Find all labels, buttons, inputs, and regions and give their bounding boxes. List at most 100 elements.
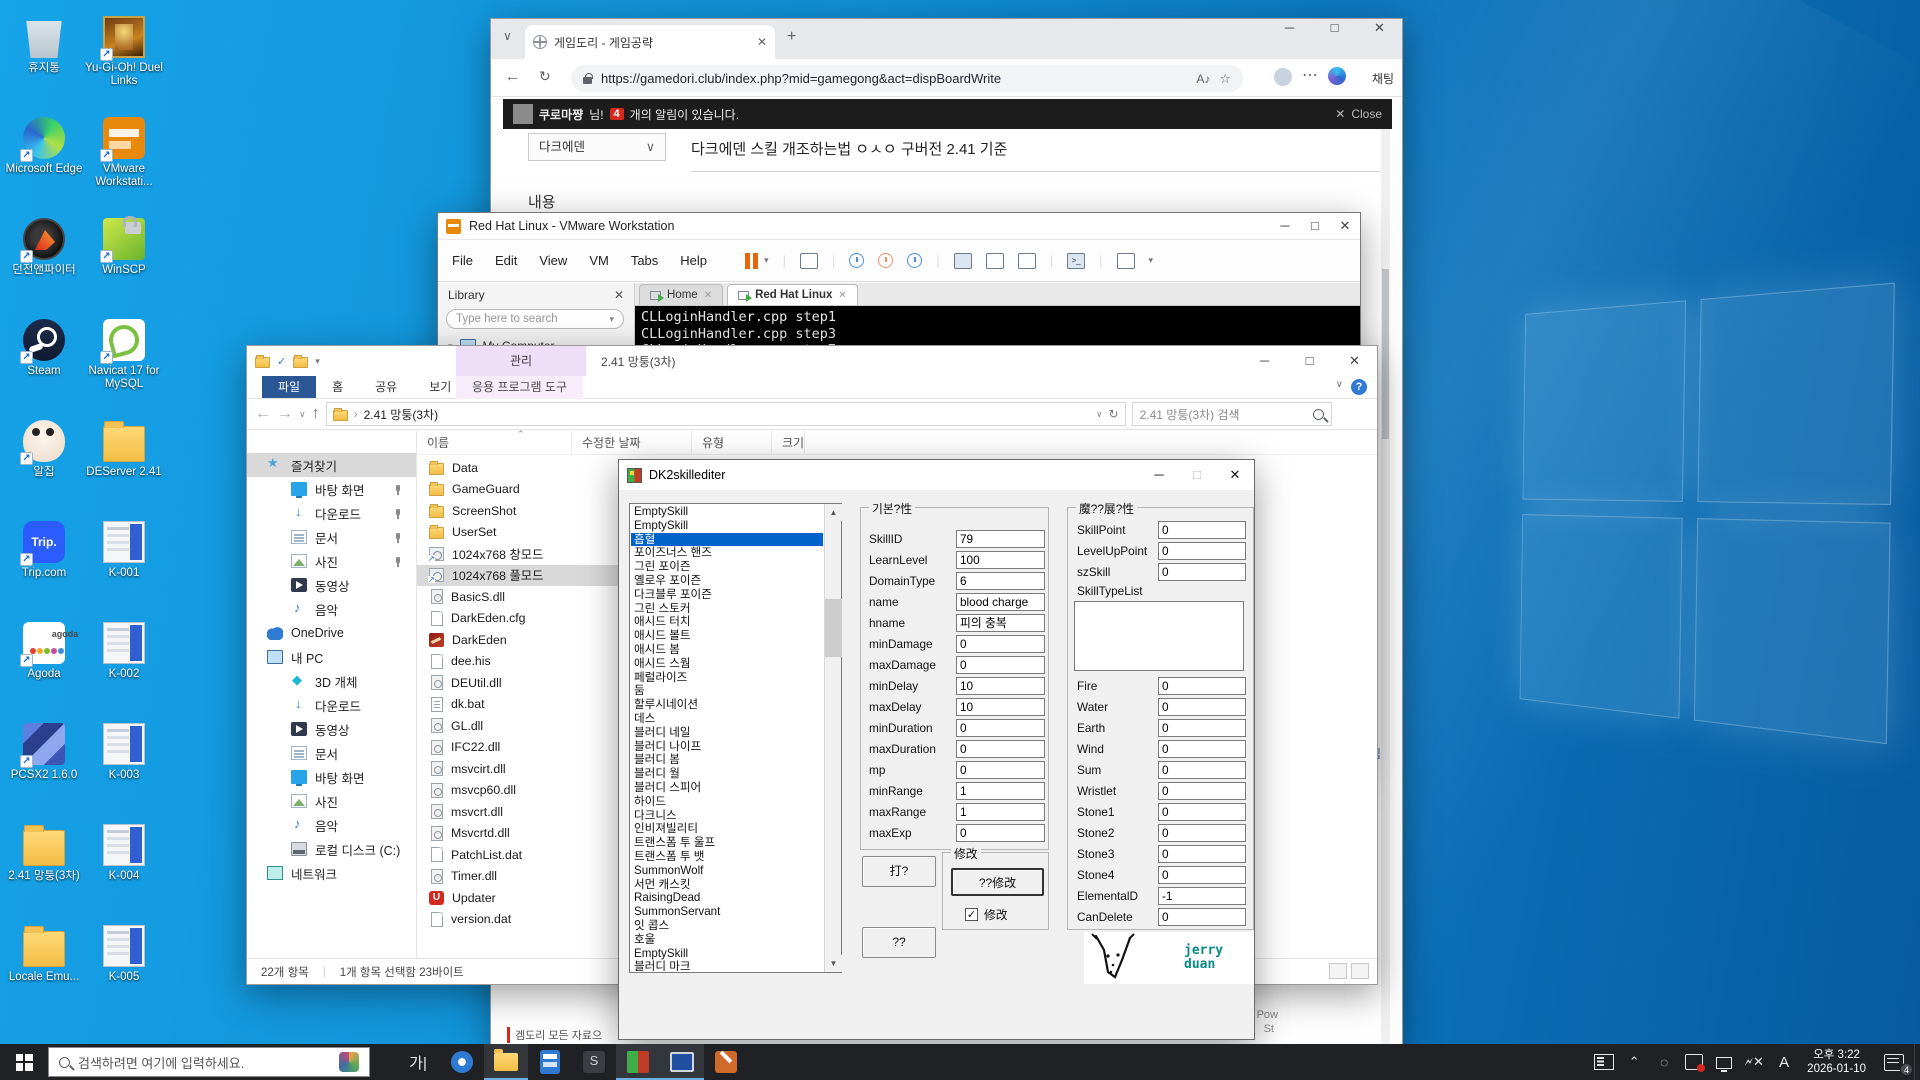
sidebar-item[interactable]: 즐겨찾기: [247, 453, 416, 477]
explorer-maximize-button[interactable]: □: [1287, 346, 1332, 376]
field-input-maxRange[interactable]: 1: [956, 803, 1045, 821]
sidebar-item[interactable]: 바탕 화면: [247, 765, 416, 789]
console-view-icon[interactable]: >_: [1067, 253, 1085, 269]
field-input-minDelay[interactable]: 10: [956, 677, 1045, 695]
taskbar-file-explorer-icon[interactable]: [484, 1044, 528, 1080]
desktop-icon[interactable]: Trip.com: [4, 517, 84, 618]
scroll-up-icon[interactable]: ▲: [825, 504, 842, 521]
field-input-DomainType[interactable]: 6: [956, 572, 1045, 590]
field-input-minDamage[interactable]: 0: [956, 635, 1045, 653]
field-input-Stone3[interactable]: 0: [1158, 845, 1246, 863]
desktop-icon[interactable]: Yu-Gi-Oh! Duel Links: [84, 12, 164, 113]
skill-list-item[interactable]: 흡혈: [631, 533, 823, 547]
tab-close-icon[interactable]: ✕: [757, 35, 767, 49]
field-input-maxExp[interactable]: 0: [956, 824, 1045, 842]
tab-search-chevron-icon[interactable]: ∨: [503, 29, 512, 43]
skill-list-item[interactable]: 다크블루 포이즌: [631, 588, 823, 602]
skill-list-item[interactable]: 서먼 캐스킷: [631, 878, 823, 892]
field-input-LearnLevel[interactable]: 100: [956, 551, 1045, 569]
sidebar-item[interactable]: 로컬 디스크 (C:): [247, 837, 416, 861]
save-button[interactable]: ??: [862, 927, 936, 958]
pause-dropdown-icon[interactable]: ▾: [764, 255, 769, 266]
taskbar-browser-icon[interactable]: [440, 1044, 484, 1080]
skill-list-item[interactable]: 데스: [631, 712, 823, 726]
ribbon-collapse-icon[interactable]: ∨: [1336, 379, 1343, 390]
show-library-icon[interactable]: [954, 253, 972, 269]
desktop-icon[interactable]: Steam: [4, 315, 84, 416]
skill-list-item[interactable]: 블러디 네일: [631, 726, 823, 740]
skill-list-item[interactable]: 애시드 봄: [631, 643, 823, 657]
field-input-SkillPoint[interactable]: 0: [1158, 521, 1246, 539]
desktop-icon[interactable]: 던전앤파이터: [4, 214, 84, 315]
favorite-star-icon[interactable]: ☆: [1219, 71, 1231, 87]
nav-up-icon[interactable]: ↑: [312, 405, 320, 423]
chat-button[interactable]: 채팅: [1372, 70, 1394, 87]
column-header[interactable]: 수정한 날짜: [572, 431, 692, 454]
ribbon-tab[interactable]: 홈: [316, 376, 359, 398]
browser-close-button[interactable]: ✕: [1357, 20, 1402, 54]
qat-customize-icon[interactable]: ▾: [315, 356, 320, 367]
sidebar-item[interactable]: 사진: [247, 789, 416, 813]
column-header[interactable]: 크기: [772, 431, 805, 454]
field-input-Fire[interactable]: 0: [1158, 677, 1246, 695]
desktop-icon[interactable]: 알집: [4, 416, 84, 517]
explorer-search-input[interactable]: 2.41 망퉁(3차) 검색: [1132, 402, 1332, 426]
skill-list-item[interactable]: 그린 포이즌: [631, 560, 823, 574]
taskbar-search-box[interactable]: 검색하려면 여기에 입력하세요.: [48, 1047, 370, 1077]
skill-list-item[interactable]: 블러디 마크: [631, 960, 823, 971]
skill-list-item[interactable]: 잇 콥스: [631, 919, 823, 933]
field-input-Sum[interactable]: 0: [1158, 761, 1246, 779]
sidebar-item[interactable]: 음악: [247, 813, 416, 837]
notice-close-x-icon[interactable]: ✕: [1335, 107, 1345, 121]
vmware-minimize-button[interactable]: ─: [1270, 218, 1300, 233]
skill-list-item[interactable]: 블러디 나이프: [631, 740, 823, 754]
vmware-close-button[interactable]: ✕: [1330, 218, 1360, 234]
breadcrumb-bar[interactable]: › 2.41 망퉁(3차) ∨ ↻: [326, 402, 1126, 426]
back-icon[interactable]: ←: [505, 68, 520, 85]
qat-properties-icon[interactable]: ✓: [277, 355, 286, 368]
show-thumbnail-bar-icon[interactable]: [986, 253, 1004, 269]
field-input-Stone4[interactable]: 0: [1158, 866, 1246, 884]
sidebar-item[interactable]: 다운로드: [247, 501, 416, 525]
skill-list-item[interactable]: SummonServant: [631, 905, 823, 919]
sidebar-item[interactable]: 사진: [247, 549, 416, 573]
skill-list-item[interactable]: 그린 스토커: [631, 602, 823, 616]
volume-muted-icon[interactable]: 🗲✕: [1739, 1044, 1769, 1080]
library-search-input[interactable]: Type here to search ▾: [446, 309, 624, 329]
skill-list-item[interactable]: 할루시네이션: [631, 698, 823, 712]
qat-new-folder-icon[interactable]: [293, 357, 308, 368]
open-button[interactable]: 打?: [862, 856, 936, 887]
taskbar-calculator-icon[interactable]: [528, 1044, 572, 1080]
sidebar-item[interactable]: 동영상: [247, 717, 416, 741]
sidebar-item[interactable]: OneDrive: [247, 621, 416, 645]
desktop-icon[interactable]: K-005: [84, 921, 164, 1022]
field-input-ElementalD[interactable]: -1: [1158, 887, 1246, 905]
action-center-icon[interactable]: 4: [1874, 1044, 1914, 1080]
sidebar-item[interactable]: 음악: [247, 597, 416, 621]
skill-type-listbox[interactable]: [1074, 601, 1244, 671]
address-dropdown-icon[interactable]: ∨: [1096, 409, 1103, 420]
skill-list-item[interactable]: 트랜스폼 투 뱃: [631, 850, 823, 864]
field-input-Wristlet[interactable]: 0: [1158, 782, 1246, 800]
hidden-icons-chevron[interactable]: ⌃: [1619, 1044, 1649, 1080]
sidebar-item[interactable]: 3D 개체: [247, 669, 416, 693]
field-input-Water[interactable]: 0: [1158, 698, 1246, 716]
desktop-icon[interactable]: K-004: [84, 820, 164, 921]
skill-list-item[interactable]: EmptySkill: [631, 947, 823, 961]
field-input-Earth[interactable]: 0: [1158, 719, 1246, 737]
vmware-menu-item[interactable]: VM: [589, 253, 609, 268]
address-bar[interactable]: https://gamedori.club/index.php?mid=game…: [571, 65, 1243, 92]
field-input-Wind[interactable]: 0: [1158, 740, 1246, 758]
ribbon-manage-tab[interactable]: 관리: [456, 346, 586, 376]
browser-tab[interactable]: 게임도리 - 게임공략 ✕: [525, 25, 775, 59]
browser-menu-icon[interactable]: ⋯: [1302, 65, 1318, 85]
field-input-maxDamage[interactable]: 0: [956, 656, 1045, 674]
nav-back-icon[interactable]: ←: [255, 405, 271, 423]
show-desktop-sliver[interactable]: [1914, 1044, 1920, 1080]
explorer-close-button[interactable]: ✕: [1332, 346, 1377, 376]
desktop-icon[interactable]: K-001: [84, 517, 164, 618]
browser-minimize-button[interactable]: ─: [1267, 20, 1312, 54]
enhanced-view-icon[interactable]: [1117, 253, 1135, 269]
taskbar-ime-pad-icon[interactable]: 가|: [396, 1044, 440, 1080]
field-input-minDuration[interactable]: 0: [956, 719, 1045, 737]
